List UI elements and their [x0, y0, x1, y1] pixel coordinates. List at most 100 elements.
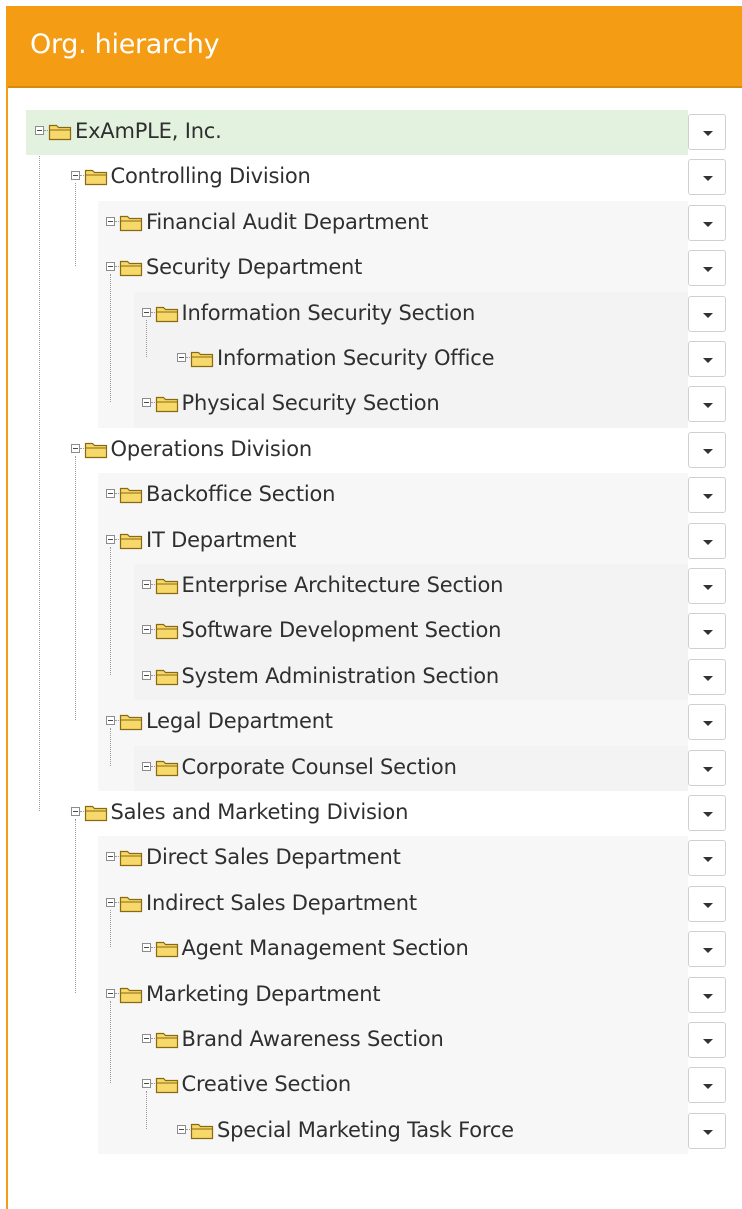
collapse-toggle-icon[interactable]: [141, 670, 151, 680]
node-menu-button[interactable]: [688, 250, 726, 287]
collapse-toggle-icon[interactable]: [106, 534, 115, 544]
node-menu-button[interactable]: [688, 1112, 726, 1149]
tree-node-label[interactable]: Indirect Sales Department: [146, 890, 417, 916]
tree-node-label[interactable]: System Administration Section: [182, 663, 500, 689]
tree-node-row[interactable]: Controlling Division: [0, 155, 742, 200]
folder-icon: [155, 304, 180, 323]
collapse-toggle-icon[interactable]: [106, 216, 115, 226]
tree-node-label[interactable]: Legal Department: [146, 708, 333, 734]
tree-node-label[interactable]: Information Security Section: [182, 300, 476, 326]
node-menu-button[interactable]: [688, 386, 726, 423]
tree-node-row[interactable]: System Administration Section: [0, 655, 742, 700]
node-menu-button[interactable]: [688, 704, 726, 741]
tree-node-label[interactable]: Information Security Office: [217, 345, 495, 371]
tree-node-row[interactable]: Legal Department: [0, 700, 742, 745]
tree-node-row[interactable]: Marketing Department: [0, 973, 742, 1018]
collapse-toggle-icon[interactable]: [141, 307, 151, 317]
collapse-toggle-icon[interactable]: [141, 625, 151, 635]
caret-down-icon: [703, 721, 713, 727]
org-tree: ExAmPLE, Inc. Controlling Division Financi…: [0, 0, 742, 1209]
collapse-toggle-icon[interactable]: [70, 171, 80, 181]
collapse-toggle-icon[interactable]: [106, 988, 115, 998]
node-menu-button[interactable]: [688, 1022, 726, 1058]
tree-node-label[interactable]: Controlling Division: [111, 163, 311, 189]
tree-node-row[interactable]: Special Marketing Task Force: [0, 1109, 742, 1154]
collapse-toggle-icon[interactable]: [177, 353, 186, 362]
tree-node-row[interactable]: Brand Awareness Section: [0, 1018, 742, 1063]
tree-node-label[interactable]: Financial Audit Department: [146, 209, 428, 235]
tree-node-row[interactable]: Security Department: [0, 246, 742, 291]
node-menu-button[interactable]: [688, 114, 726, 150]
collapse-toggle-icon[interactable]: [141, 761, 151, 771]
tree-node-row[interactable]: Indirect Sales Department: [0, 882, 742, 927]
tree-node-label[interactable]: Physical Security Section: [182, 390, 440, 416]
tree-node-label[interactable]: Security Department: [146, 254, 362, 280]
tree-node-label[interactable]: Sales and Marketing Division: [111, 799, 409, 825]
tree-node-label[interactable]: Operations Division: [111, 436, 313, 462]
collapse-toggle-icon[interactable]: [106, 852, 115, 862]
collapse-toggle-icon[interactable]: [35, 126, 44, 135]
folder-icon: [119, 894, 144, 913]
caret-down-icon: [703, 131, 713, 136]
tree-node-row[interactable]: ExAmPLE, Inc.: [0, 110, 742, 156]
tree-node-row[interactable]: Information Security Office: [0, 337, 742, 382]
tree-node-label[interactable]: Backoffice Section: [146, 481, 335, 507]
tree-node-row[interactable]: Operations Division: [0, 428, 742, 473]
tree-node-row[interactable]: Agent Management Section: [0, 927, 742, 972]
node-menu-button[interactable]: [688, 295, 726, 332]
tree-node-label[interactable]: Brand Awareness Section: [182, 1026, 444, 1052]
node-menu-button[interactable]: [688, 522, 726, 559]
node-menu-button[interactable]: [688, 477, 726, 514]
tree-node-label[interactable]: Direct Sales Department: [146, 844, 401, 870]
collapse-toggle-icon[interactable]: [177, 1124, 186, 1134]
tree-node-row[interactable]: Sales and Marketing Division: [0, 791, 742, 836]
tree-node-label[interactable]: Marketing Department: [146, 981, 381, 1007]
node-menu-button[interactable]: [688, 204, 726, 241]
tree-node-row[interactable]: Financial Audit Department: [0, 201, 742, 246]
tree-node-row[interactable]: Physical Security Section: [0, 382, 742, 427]
collapse-toggle-icon[interactable]: [106, 716, 115, 726]
node-menu-button[interactable]: [688, 568, 726, 604]
collapse-toggle-icon[interactable]: [141, 943, 151, 953]
node-menu-button[interactable]: [688, 341, 726, 377]
collapse-toggle-icon[interactable]: [141, 1034, 151, 1043]
collapse-toggle-icon[interactable]: [70, 443, 80, 453]
collapse-toggle-icon[interactable]: [106, 489, 115, 499]
tree-node-label[interactable]: Agent Management Section: [182, 935, 469, 961]
tree-node-row[interactable]: Creative Section: [0, 1063, 742, 1108]
folder-icon: [190, 349, 215, 368]
node-menu-button[interactable]: [688, 795, 726, 831]
tree-node-row[interactable]: Information Security Section: [0, 292, 742, 337]
collapse-toggle-icon[interactable]: [70, 807, 80, 816]
node-menu-button[interactable]: [688, 976, 726, 1013]
collapse-toggle-icon[interactable]: [106, 262, 115, 272]
tree-node-label[interactable]: IT Department: [146, 527, 296, 553]
node-menu-button[interactable]: [688, 931, 726, 968]
node-menu-button[interactable]: [688, 613, 726, 650]
tree-node-label[interactable]: ExAmPLE, Inc.: [75, 118, 222, 144]
node-menu-button[interactable]: [688, 885, 726, 922]
caret-down-icon: [703, 675, 713, 681]
collapse-toggle-icon[interactable]: [141, 398, 151, 408]
collapse-toggle-icon[interactable]: [141, 1079, 151, 1089]
node-menu-button[interactable]: [688, 658, 726, 695]
tree-node-row[interactable]: Corporate Counsel Section: [0, 746, 742, 791]
tree-node-label[interactable]: Corporate Counsel Section: [182, 754, 457, 780]
tree-node-label[interactable]: Special Marketing Task Force: [217, 1117, 514, 1143]
collapse-toggle-icon[interactable]: [141, 580, 151, 589]
node-menu-button[interactable]: [688, 1067, 726, 1104]
tree-node-label[interactable]: Creative Section: [182, 1071, 352, 1097]
tree-node-row[interactable]: Backoffice Section: [0, 473, 742, 518]
tree-node-row[interactable]: IT Department: [0, 519, 742, 564]
tree-node-row[interactable]: Enterprise Architecture Section: [0, 564, 742, 609]
node-menu-button[interactable]: [688, 159, 726, 196]
tree-node-row[interactable]: Software Development Section: [0, 609, 742, 654]
node-menu-button[interactable]: [688, 431, 726, 468]
tree-node-label[interactable]: Software Development Section: [182, 617, 502, 643]
caret-down-icon: [703, 902, 713, 908]
tree-node-row[interactable]: Direct Sales Department: [0, 836, 742, 881]
collapse-toggle-icon[interactable]: [106, 897, 115, 907]
node-menu-button[interactable]: [688, 749, 726, 786]
node-menu-button[interactable]: [688, 840, 726, 877]
tree-node-label[interactable]: Enterprise Architecture Section: [182, 572, 504, 598]
